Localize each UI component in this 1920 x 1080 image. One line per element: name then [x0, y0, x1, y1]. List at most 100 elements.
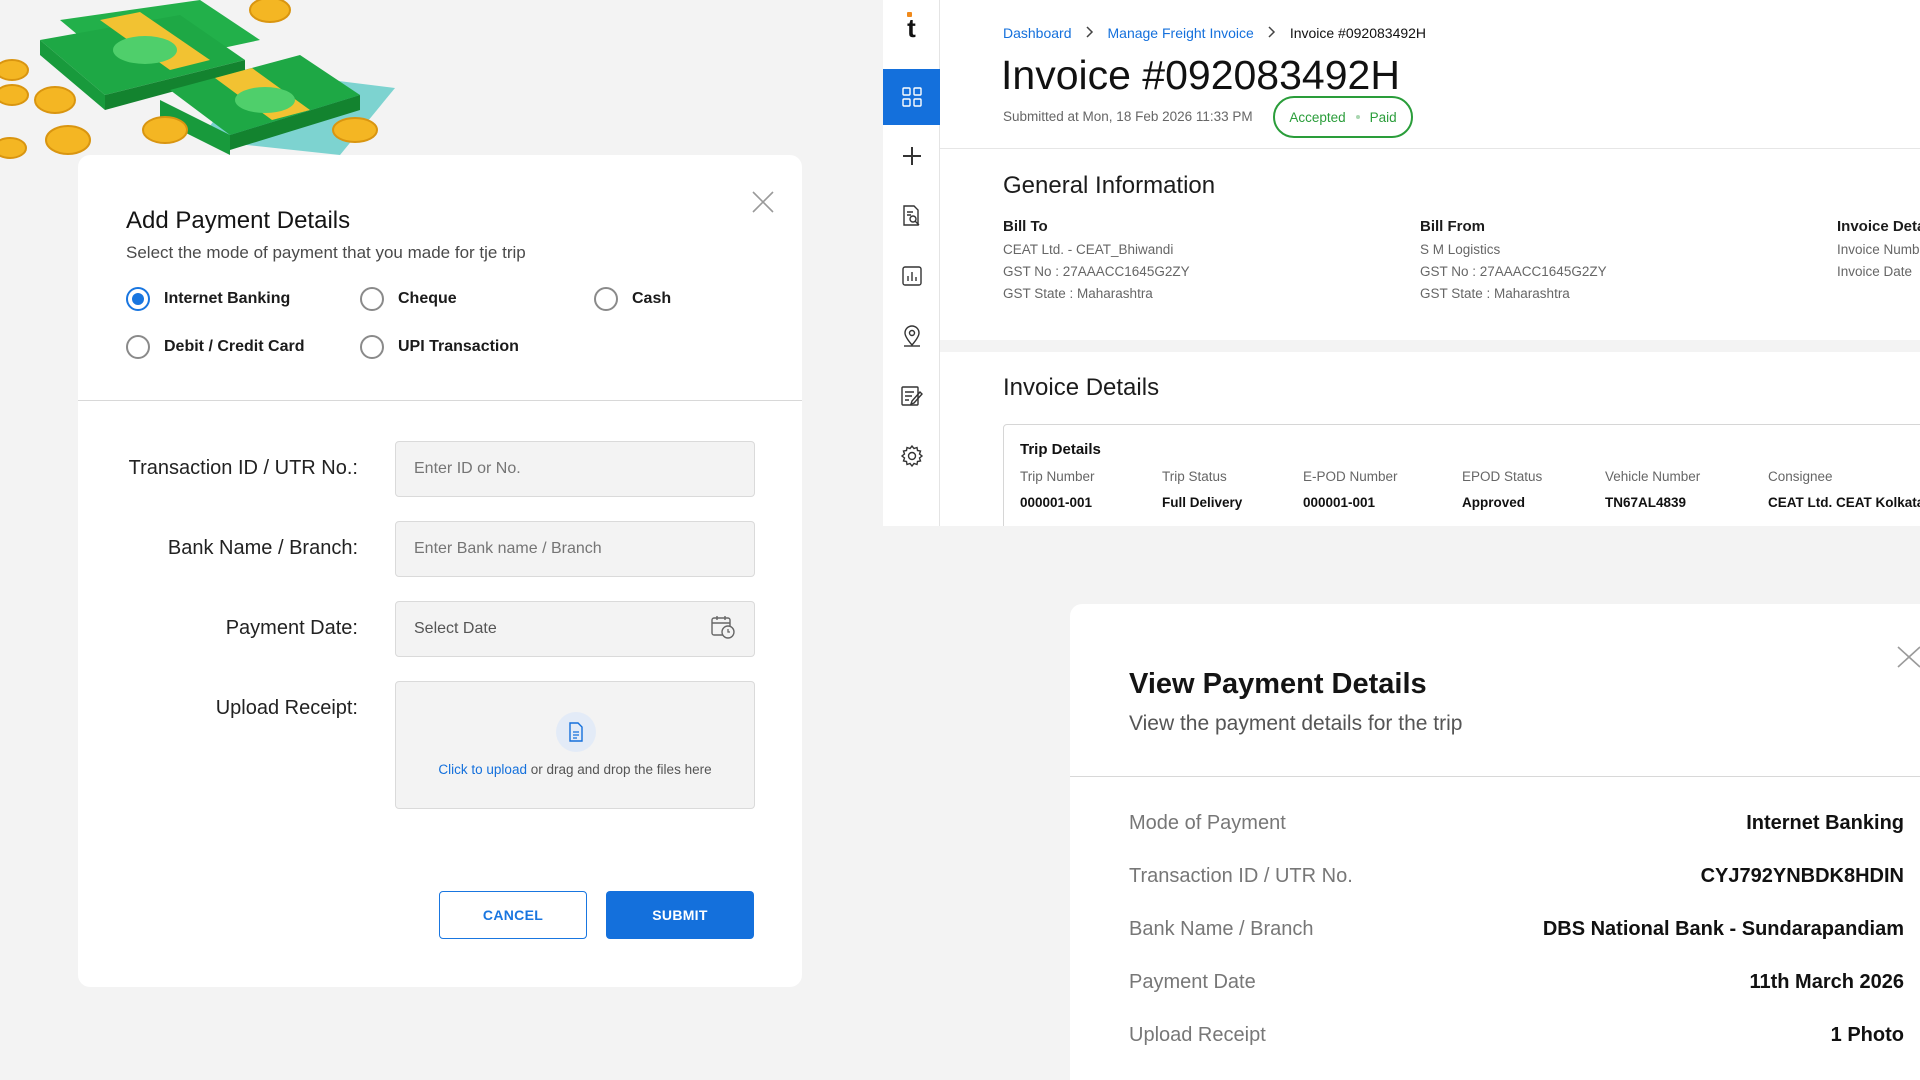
- upload-instructions: Click to upload or drag and drop the fil…: [396, 762, 754, 777]
- radio-cheque[interactable]: Cheque: [360, 287, 457, 311]
- report-chart-icon[interactable]: [883, 248, 940, 304]
- radio-indicator: [360, 335, 384, 359]
- date-placeholder: Select Date: [414, 620, 497, 637]
- close-icon[interactable]: [750, 189, 776, 215]
- trip-header: Consignee: [1768, 469, 1833, 484]
- trip-details-card: Trip Details Trip Number 000001-001 Trip…: [1003, 424, 1920, 526]
- trip-value: Full Delivery: [1162, 495, 1243, 510]
- logo-text: t: [907, 12, 916, 43]
- trip-value: TN67AL4839: [1605, 495, 1687, 510]
- payment-date-label: Payment Date:: [225, 617, 358, 639]
- upload-dropzone[interactable]: Click to upload or drag and drop the fil…: [395, 681, 755, 809]
- radio-label: Internet Banking: [164, 290, 291, 307]
- status-paid: Paid: [1369, 109, 1397, 125]
- status-separator-dot: [1355, 115, 1360, 119]
- radio-indicator: [594, 287, 618, 311]
- section-gap: [940, 340, 1920, 352]
- bill-from-line: GST State : Maharashtra: [1420, 286, 1570, 301]
- trip-value: 000001-001: [1303, 495, 1376, 510]
- bank-name-label: Bank Name / Branch:: [167, 537, 358, 559]
- detail-value: 1 Photo: [1830, 1024, 1904, 1046]
- transaction-id-label: Transaction ID / UTR No.:: [128, 457, 358, 479]
- edit-document-icon[interactable]: [883, 368, 940, 424]
- money-illustration: [0, 0, 395, 159]
- sidebar: t: [883, 0, 940, 526]
- payment-date-picker[interactable]: Select Date: [395, 601, 755, 657]
- upload-receipt-label: Upload Receipt:: [215, 697, 358, 719]
- chevron-right-icon: [1268, 25, 1276, 41]
- bill-from-line: GST No : 27AAACC1645G2ZY: [1420, 264, 1607, 279]
- bill-from: Bill From S M Logistics GST No : 27AAACC…: [1420, 218, 1607, 301]
- submitted-at: Submitted at Mon, 18 Feb 2026 11:33 PM: [1003, 109, 1253, 124]
- invoice-details-line: Invoice Date: [1837, 264, 1913, 279]
- radio-cash[interactable]: Cash: [594, 287, 671, 311]
- grid-icon[interactable]: [883, 69, 940, 125]
- detail-label: Payment Date: [1129, 971, 1256, 993]
- logo-accent: [907, 12, 912, 17]
- gear-icon[interactable]: [883, 428, 940, 484]
- calendar-icon[interactable]: [710, 614, 736, 645]
- close-icon[interactable]: [1895, 644, 1920, 670]
- invoice-details-heading: Invoice Deta: [1837, 218, 1920, 235]
- divider: [78, 400, 802, 401]
- file-icon: [556, 712, 596, 752]
- dialog-title: Add Payment Details: [126, 207, 351, 234]
- plus-icon[interactable]: [883, 128, 940, 184]
- trip-header: Vehicle Number: [1605, 469, 1701, 484]
- detail-label: Upload Receipt: [1129, 1024, 1266, 1046]
- trip-value: 000001-001: [1020, 495, 1093, 510]
- submit-button[interactable]: SUBMIT: [606, 891, 754, 939]
- radio-label: Cheque: [398, 290, 457, 307]
- invoice-details-line: Invoice Numb: [1837, 242, 1920, 257]
- trip-header: EPOD Status: [1462, 469, 1543, 484]
- radio-selected-indicator: [126, 287, 150, 311]
- breadcrumb-manage-freight-invoice[interactable]: Manage Freight Invoice: [1108, 25, 1254, 41]
- detail-label: Transaction ID / UTR No.: [1129, 865, 1353, 887]
- detail-label: Bank Name / Branch: [1129, 918, 1314, 940]
- divider: [1070, 776, 1920, 777]
- bill-to-heading: Bill To: [1003, 218, 1048, 235]
- dialog-title: View Payment Details: [1129, 668, 1427, 700]
- invoice-details-column: Invoice Deta Invoice Numb Invoice Date: [1837, 218, 1920, 279]
- dialog-subtitle: View the payment details for the trip: [1129, 712, 1463, 735]
- bill-to: Bill To CEAT Ltd. - CEAT_Bhiwandi GST No…: [1003, 218, 1190, 301]
- trip-header: Trip Status: [1162, 469, 1227, 484]
- invoice-page: t Dashboard Manage Freight Invoice Invoi…: [883, 0, 1920, 526]
- dialog-subtitle: Select the mode of payment that you made…: [126, 243, 526, 262]
- view-payment-dialog: View Payment Details View the payment de…: [1070, 604, 1920, 1080]
- radio-label: Cash: [632, 290, 672, 307]
- detail-value: CYJ792YNBDK8HDIN: [1700, 865, 1904, 887]
- bill-to-line: CEAT Ltd. - CEAT_Bhiwandi: [1003, 242, 1174, 257]
- radio-internet-banking[interactable]: Internet Banking: [126, 287, 290, 311]
- trip-value: Approved: [1462, 495, 1526, 510]
- status-badge: Accepted Paid: [1273, 96, 1413, 138]
- app-logo[interactable]: t: [883, 0, 940, 56]
- location-pin-icon[interactable]: [883, 308, 940, 364]
- detail-value: Internet Banking: [1746, 812, 1904, 834]
- breadcrumb: Dashboard Manage Freight Invoice Invoice…: [1003, 25, 1426, 41]
- chevron-right-icon: [1085, 25, 1094, 41]
- document-search-icon[interactable]: [883, 188, 940, 244]
- cancel-button[interactable]: CANCEL: [439, 891, 587, 939]
- trip-details-title: Trip Details: [1020, 441, 1101, 458]
- radio-indicator: [360, 287, 384, 311]
- bill-to-line: GST State : Maharashtra: [1003, 286, 1153, 301]
- page-title: Invoice #092083492H: [1001, 52, 1400, 98]
- general-info-title: General Information: [1003, 172, 1216, 199]
- invoice-details-title: Invoice Details: [1003, 374, 1160, 401]
- click-to-upload-link[interactable]: Click to upload: [438, 762, 527, 777]
- trip-header: Trip Number: [1020, 469, 1095, 484]
- transaction-id-input[interactable]: [395, 441, 755, 497]
- upload-hint: or drag and drop the files here: [526, 762, 712, 777]
- breadcrumb-dashboard[interactable]: Dashboard: [1003, 25, 1072, 41]
- trip-value: CEAT Ltd. CEAT Kolkata: [1768, 495, 1920, 510]
- trip-header: E-POD Number: [1303, 469, 1398, 484]
- bank-name-input[interactable]: [395, 521, 755, 577]
- detail-value: DBS National Bank - Sundarapandiam: [1542, 918, 1904, 940]
- radio-upi-transaction[interactable]: UPI Transaction: [360, 335, 519, 359]
- divider: [940, 148, 1920, 149]
- status-accepted: Accepted: [1289, 109, 1346, 125]
- radio-debit-credit-card[interactable]: Debit / Credit Card: [126, 335, 304, 359]
- detail-label: Mode of Payment: [1129, 812, 1286, 834]
- radio-label: Debit / Credit Card: [164, 338, 305, 355]
